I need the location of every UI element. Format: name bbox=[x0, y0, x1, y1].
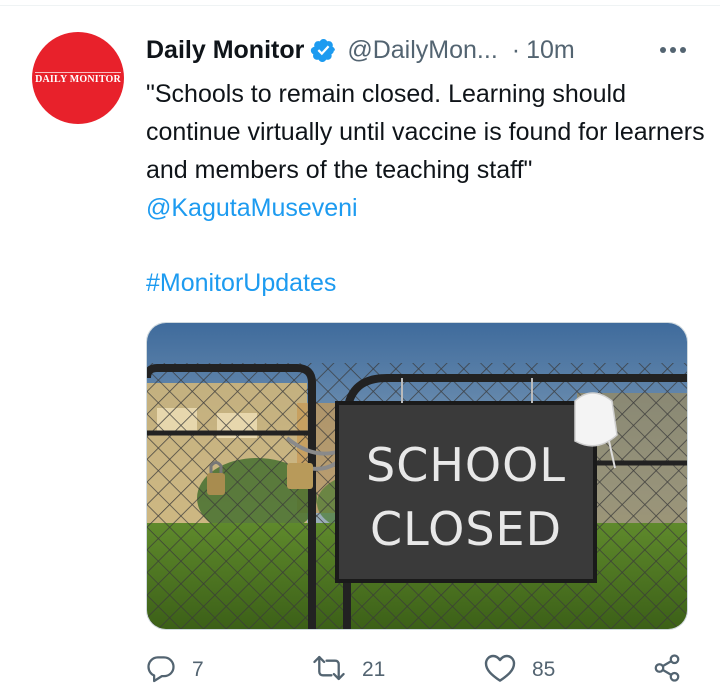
timestamp[interactable]: 10m bbox=[526, 36, 575, 65]
reply-count: 7 bbox=[192, 658, 204, 681]
tweet-text: "Schools to remain closed. Learning shou… bbox=[146, 75, 706, 227]
separator-dot: · bbox=[511, 35, 521, 64]
like-button[interactable]: 85 bbox=[484, 648, 555, 692]
reply-icon bbox=[146, 653, 176, 688]
photo-school-closed: SCHOOL CLOSED bbox=[147, 323, 687, 629]
verified-badge-icon bbox=[310, 37, 337, 64]
like-count: 85 bbox=[532, 658, 556, 681]
retweet-icon bbox=[312, 653, 346, 688]
share-icon bbox=[652, 653, 682, 688]
hashtag-line: #MonitorUpdates bbox=[146, 264, 336, 302]
sign-text-line2: CLOSED bbox=[370, 502, 562, 556]
more-icon[interactable] bbox=[655, 36, 691, 64]
hashtag-link[interactable]: #MonitorUpdates bbox=[146, 269, 336, 297]
share-button[interactable] bbox=[652, 648, 682, 692]
retweet-count: 21 bbox=[362, 658, 386, 681]
avatar[interactable]: DAILY MONITOR bbox=[32, 32, 124, 124]
tweet[interactable]: DAILY MONITOR Daily Monitor @DailyMon...… bbox=[0, 0, 720, 693]
display-name[interactable]: Daily Monitor bbox=[146, 36, 304, 65]
heart-icon bbox=[484, 653, 516, 688]
mention-link[interactable]: @KagutaMuseveni bbox=[146, 194, 358, 222]
user-handle[interactable]: @DailyMon... bbox=[347, 36, 497, 65]
retweet-button[interactable]: 21 bbox=[312, 648, 385, 692]
tweet-photo[interactable]: SCHOOL CLOSED bbox=[146, 322, 688, 630]
sign-text-line1: SCHOOL bbox=[366, 438, 566, 492]
face-mask bbox=[574, 392, 618, 447]
tweet-body: "Schools to remain closed. Learning shou… bbox=[146, 80, 705, 184]
divider bbox=[0, 0, 720, 6]
avatar-logo: DAILY MONITOR bbox=[35, 71, 121, 85]
reply-button[interactable]: 7 bbox=[146, 648, 204, 692]
tweet-actions: 7 21 85 bbox=[146, 648, 691, 692]
tweet-header: Daily Monitor @DailyMon... · 10m bbox=[146, 30, 691, 70]
